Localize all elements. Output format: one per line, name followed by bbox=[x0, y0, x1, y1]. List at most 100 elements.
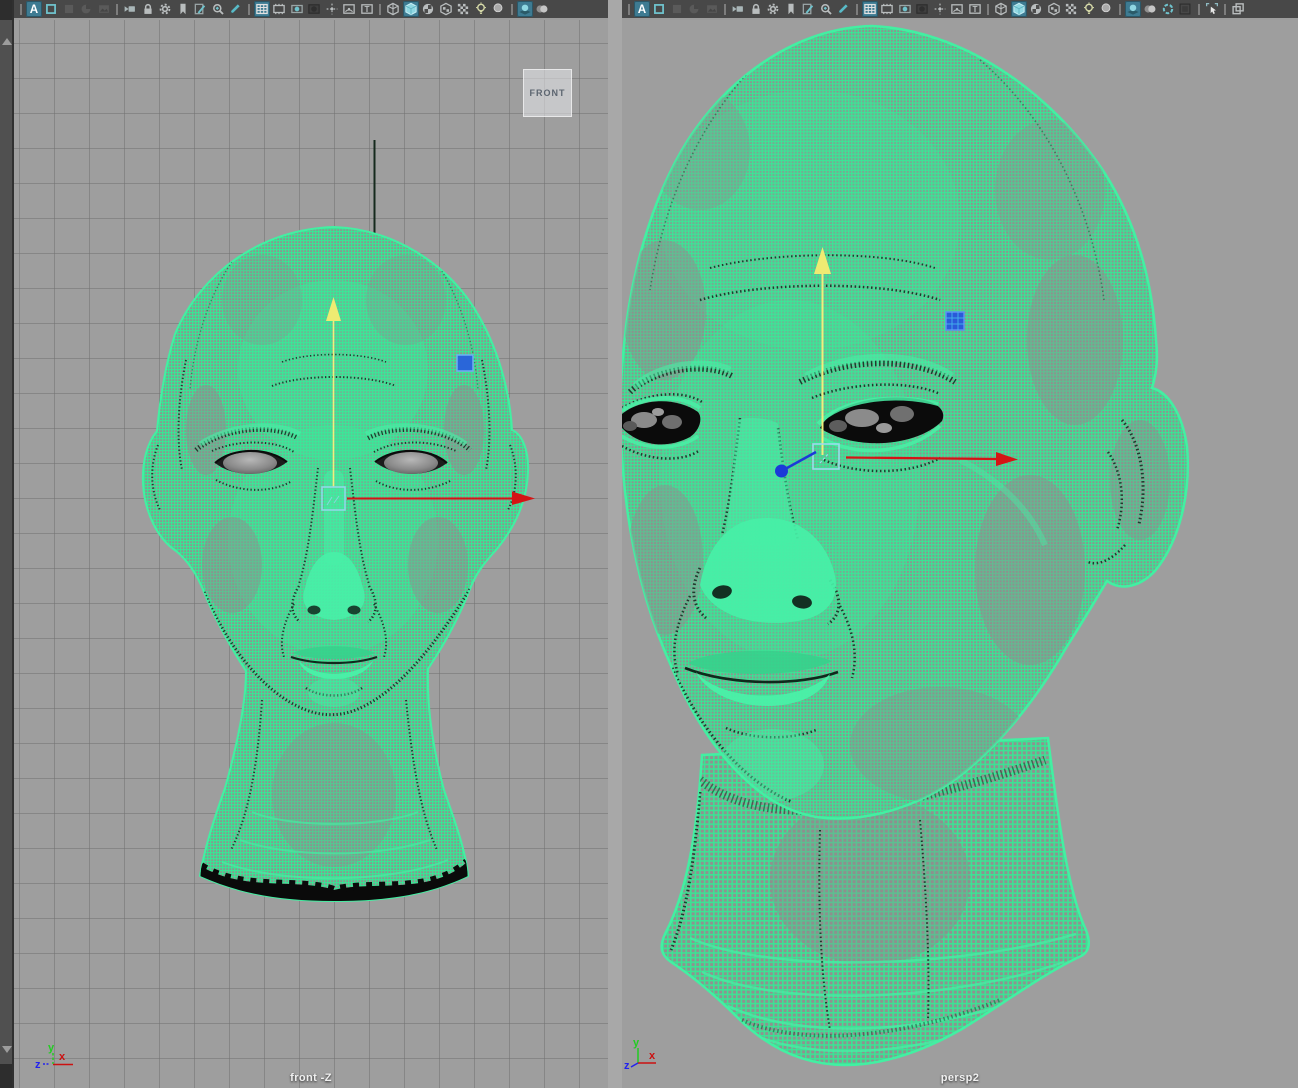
gate-mask-icon[interactable] bbox=[306, 1, 322, 17]
pan-zoom-icon[interactable] bbox=[818, 1, 834, 17]
safe-action-icon[interactable] bbox=[949, 1, 965, 17]
layered-view-icon[interactable] bbox=[1230, 1, 1246, 17]
toolbar-separator bbox=[379, 3, 381, 15]
svg-text:T: T bbox=[972, 5, 977, 14]
solid-square-icon[interactable] bbox=[669, 1, 685, 17]
shaded-cube-icon[interactable] bbox=[402, 1, 419, 17]
ambient-occlusion-icon[interactable] bbox=[516, 1, 533, 17]
scrollbar-top-cap bbox=[0, 0, 12, 20]
light-bulb-icon[interactable] bbox=[1081, 1, 1097, 17]
field-chart-icon[interactable] bbox=[324, 1, 340, 17]
gate-mask-icon[interactable] bbox=[914, 1, 930, 17]
solid-square-icon[interactable] bbox=[61, 1, 77, 17]
grid-icon[interactable] bbox=[253, 1, 270, 17]
svg-text:T: T bbox=[364, 5, 369, 14]
wireframe-cube-icon[interactable] bbox=[385, 1, 401, 17]
grease-pencil-icon[interactable] bbox=[192, 1, 208, 17]
motion-blur-icon[interactable] bbox=[1142, 1, 1158, 17]
pan-zoom-icon[interactable] bbox=[210, 1, 226, 17]
light-bulb-icon[interactable] bbox=[473, 1, 489, 17]
film-gate-icon[interactable] bbox=[879, 1, 895, 17]
shadow-sphere-icon[interactable] bbox=[490, 1, 506, 17]
toolbar-separator bbox=[19, 3, 22, 15]
depth-square-icon[interactable] bbox=[1177, 1, 1193, 17]
ambient-occlusion-icon[interactable] bbox=[1124, 1, 1141, 17]
scrollbar-bottom-cap bbox=[0, 1064, 12, 1088]
persp-viewport-canvas[interactable]: y x z bbox=[622, 20, 1298, 1088]
translate-plane-handle[interactable] bbox=[456, 354, 474, 372]
safe-title-icon[interactable]: T bbox=[967, 1, 983, 17]
x-axis-label: x bbox=[649, 1050, 656, 1062]
lock-camera-icon[interactable] bbox=[140, 1, 156, 17]
shadow-sphere-icon[interactable] bbox=[1098, 1, 1114, 17]
checkerboard-icon[interactable] bbox=[1063, 1, 1079, 17]
grid-icon[interactable] bbox=[861, 1, 878, 17]
select-outline-icon[interactable] bbox=[651, 1, 667, 17]
shaded-cube-icon[interactable] bbox=[1010, 1, 1027, 17]
persp-panel-toolbar: AT bbox=[622, 0, 1298, 20]
translate-z-handle-dot[interactable] bbox=[775, 464, 788, 478]
bookmark-icon[interactable] bbox=[175, 1, 191, 17]
select-camera-icon[interactable] bbox=[730, 1, 746, 17]
image-plane-icon[interactable] bbox=[704, 1, 720, 17]
camera-attributes-icon[interactable] bbox=[157, 1, 173, 17]
translate-plane-handle[interactable] bbox=[945, 311, 965, 331]
y-axis-label: y bbox=[633, 1037, 640, 1049]
toolbar-separator bbox=[1197, 3, 1200, 15]
z-axis-label: z bbox=[35, 1059, 41, 1071]
isolate-select-icon[interactable] bbox=[1204, 1, 1220, 17]
checkerboard-icon[interactable] bbox=[455, 1, 471, 17]
motion-blur-icon[interactable] bbox=[534, 1, 550, 17]
checker-sphere-icon[interactable] bbox=[420, 1, 436, 17]
translate-x-arrow[interactable] bbox=[845, 456, 998, 461]
scroll-down-arrow-icon[interactable] bbox=[2, 1046, 12, 1053]
front-viewport-canvas[interactable]: y z x bbox=[14, 20, 608, 1088]
front-viewport[interactable]: y z x FRONT front -Z bbox=[14, 20, 608, 1088]
pie-sphere-icon[interactable] bbox=[78, 1, 94, 17]
bookmark-icon[interactable] bbox=[783, 1, 799, 17]
wireframe-cube-icon[interactable] bbox=[993, 1, 1009, 17]
toolbar-separator bbox=[987, 3, 989, 15]
resolution-gate-icon[interactable] bbox=[289, 1, 305, 17]
x-axis-label: x bbox=[59, 1051, 66, 1063]
field-chart-icon[interactable] bbox=[932, 1, 948, 17]
pencil-icon[interactable] bbox=[227, 1, 243, 17]
z-axis-label: z bbox=[624, 1060, 630, 1072]
a-display-icon[interactable]: A bbox=[633, 1, 650, 17]
image-plane-icon[interactable] bbox=[96, 1, 112, 17]
front-panel-toolbar: AT bbox=[14, 0, 608, 20]
grease-pencil-icon[interactable] bbox=[800, 1, 816, 17]
resolution-gate-icon[interactable] bbox=[897, 1, 913, 17]
persp-viewport[interactable]: y x z persp2 bbox=[622, 20, 1298, 1088]
toolbar-separator bbox=[724, 3, 726, 15]
toolbar-separator bbox=[510, 3, 513, 15]
toolbar-separator bbox=[855, 3, 858, 15]
toolbar-separator bbox=[116, 3, 118, 15]
toolbar-separator bbox=[627, 3, 630, 15]
a-display-icon[interactable]: A bbox=[25, 1, 42, 17]
pencil-icon[interactable] bbox=[835, 1, 851, 17]
pie-sphere-icon[interactable] bbox=[686, 1, 702, 17]
toolbar-separator bbox=[1118, 3, 1121, 15]
anti-aliasing-icon[interactable] bbox=[1160, 1, 1176, 17]
select-outline-icon[interactable] bbox=[43, 1, 59, 17]
front-viewport-pane[interactable]: AT y z x FRONT front -Z bbox=[14, 0, 608, 1088]
camera-attributes-icon[interactable] bbox=[765, 1, 781, 17]
scroll-up-arrow-icon[interactable] bbox=[2, 38, 12, 45]
film-gate-icon[interactable] bbox=[271, 1, 287, 17]
svg-text:A: A bbox=[30, 3, 39, 16]
persp-viewport-pane[interactable]: AT y x z persp2 bbox=[622, 0, 1298, 1088]
textured-cube-icon[interactable] bbox=[438, 1, 454, 17]
toolbar-separator bbox=[1224, 3, 1226, 15]
lock-camera-icon[interactable] bbox=[748, 1, 764, 17]
checker-sphere-icon[interactable] bbox=[1028, 1, 1044, 17]
textured-cube-icon[interactable] bbox=[1046, 1, 1062, 17]
select-camera-icon[interactable] bbox=[122, 1, 138, 17]
safe-action-icon[interactable] bbox=[341, 1, 357, 17]
safe-title-icon[interactable]: T bbox=[359, 1, 375, 17]
svg-text:A: A bbox=[638, 3, 647, 16]
toolbar-separator bbox=[247, 3, 250, 15]
y-axis-label: y bbox=[48, 1042, 55, 1054]
view-cube-front-badge[interactable]: FRONT bbox=[523, 69, 572, 117]
left-panel-scrollbar[interactable] bbox=[0, 0, 14, 1088]
